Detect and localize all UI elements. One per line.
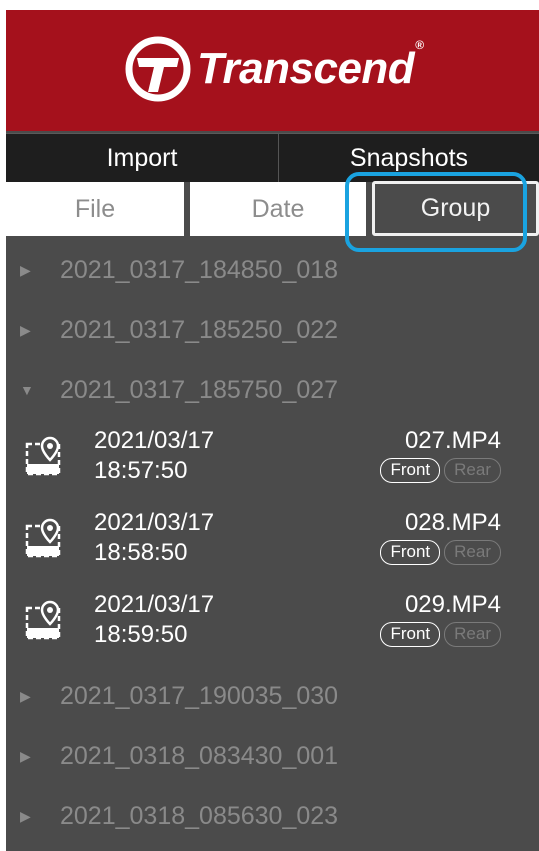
file-name: 028.MP4 xyxy=(404,509,501,536)
sort-tab-file[interactable]: File xyxy=(6,182,184,236)
group-row[interactable]: ▶ 2021_0317_184850_018 xyxy=(6,240,539,300)
camera-badges: Front Rear xyxy=(376,540,501,565)
group-row[interactable]: ▶ 2021_0317_190035_030 xyxy=(6,666,539,726)
group-label: 2021_0318_085630_023 xyxy=(60,801,339,830)
expand-arrow-icon[interactable]: ▶ xyxy=(20,322,34,339)
file-name: 029.MP4 xyxy=(404,591,501,618)
file-time: 18:57:50 xyxy=(94,457,188,484)
file-time: 18:58:50 xyxy=(94,539,188,566)
expand-arrow-icon[interactable]: ▶ xyxy=(20,262,34,279)
top-tab-bar: Import Snapshots xyxy=(6,133,539,182)
sort-tab-group[interactable]: Group xyxy=(372,181,539,236)
camera-badges: Front Rear xyxy=(376,458,501,483)
expand-arrow-icon[interactable]: ▶ xyxy=(20,808,34,825)
recording-list: ▶ 2021_0317_184850_018 ▶ 2021_0317_18525… xyxy=(6,236,539,846)
rear-camera-button[interactable]: Rear xyxy=(444,622,501,647)
group-row[interactable]: ▶ 2021_0318_085630_023 xyxy=(6,786,539,846)
tab-snapshots[interactable]: Snapshots xyxy=(278,134,539,182)
group-row[interactable]: ▶ 2021_0318_083430_001 xyxy=(6,726,539,786)
file-date: 2021/03/17 xyxy=(94,509,215,536)
file-time: 18:59:50 xyxy=(94,621,188,648)
group-label: 2021_0318_083430_001 xyxy=(60,741,339,770)
file-row[interactable]: 2021/03/17 18:57:50 027.MP4 Front Rear xyxy=(6,420,539,502)
rear-camera-button[interactable]: Rear xyxy=(444,540,501,565)
transcend-logo: Transcend ® xyxy=(125,36,424,102)
file-datetime: 2021/03/17 18:57:50 xyxy=(94,426,214,486)
rear-camera-button[interactable]: Rear xyxy=(444,458,501,483)
file-row[interactable]: 2021/03/17 18:59:50 029.MP4 Front Rear xyxy=(6,584,539,666)
collapse-arrow-icon[interactable]: ▼ xyxy=(20,382,34,398)
brand-header: Transcend ® xyxy=(6,10,539,131)
tab-import[interactable]: Import xyxy=(6,134,278,182)
expand-arrow-icon[interactable]: ▶ xyxy=(20,748,34,765)
group-label: 2021_0317_185750_027 xyxy=(60,375,339,404)
file-date: 2021/03/17 xyxy=(94,427,215,454)
group-label: 2021_0317_185250_022 xyxy=(60,315,339,344)
front-camera-button[interactable]: Front xyxy=(380,540,441,565)
group-row[interactable]: ▶ 2021_0317_185250_022 xyxy=(6,300,539,360)
file-date: 2021/03/17 xyxy=(94,591,215,618)
file-datetime: 2021/03/17 18:59:50 xyxy=(94,590,214,650)
video-location-icon xyxy=(25,518,61,558)
transcend-panel: Transcend ® Import Snapshots File Date G… xyxy=(6,10,539,851)
file-row[interactable]: 2021/03/17 18:58:50 028.MP4 Front Rear xyxy=(6,502,539,584)
video-location-icon xyxy=(25,600,61,640)
group-row-expanded[interactable]: ▼ 2021_0317_185750_027 xyxy=(6,360,539,420)
camera-badges: Front Rear xyxy=(376,622,501,647)
expand-arrow-icon[interactable]: ▶ xyxy=(20,688,34,705)
transcend-logo-icon xyxy=(125,36,191,101)
file-name: 027.MP4 xyxy=(404,427,501,454)
sort-tab-bar: File Date Group xyxy=(6,181,539,236)
registered-mark: ® xyxy=(415,37,425,52)
front-camera-button[interactable]: Front xyxy=(380,622,441,647)
front-camera-button[interactable]: Front xyxy=(380,458,441,483)
group-label: 2021_0317_184850_018 xyxy=(60,255,339,284)
brand-name: Transcend xyxy=(196,43,415,93)
sort-tab-date[interactable]: Date xyxy=(190,182,366,236)
group-label: 2021_0317_190035_030 xyxy=(60,681,339,710)
video-location-icon xyxy=(25,436,61,476)
file-datetime: 2021/03/17 18:58:50 xyxy=(94,508,214,568)
